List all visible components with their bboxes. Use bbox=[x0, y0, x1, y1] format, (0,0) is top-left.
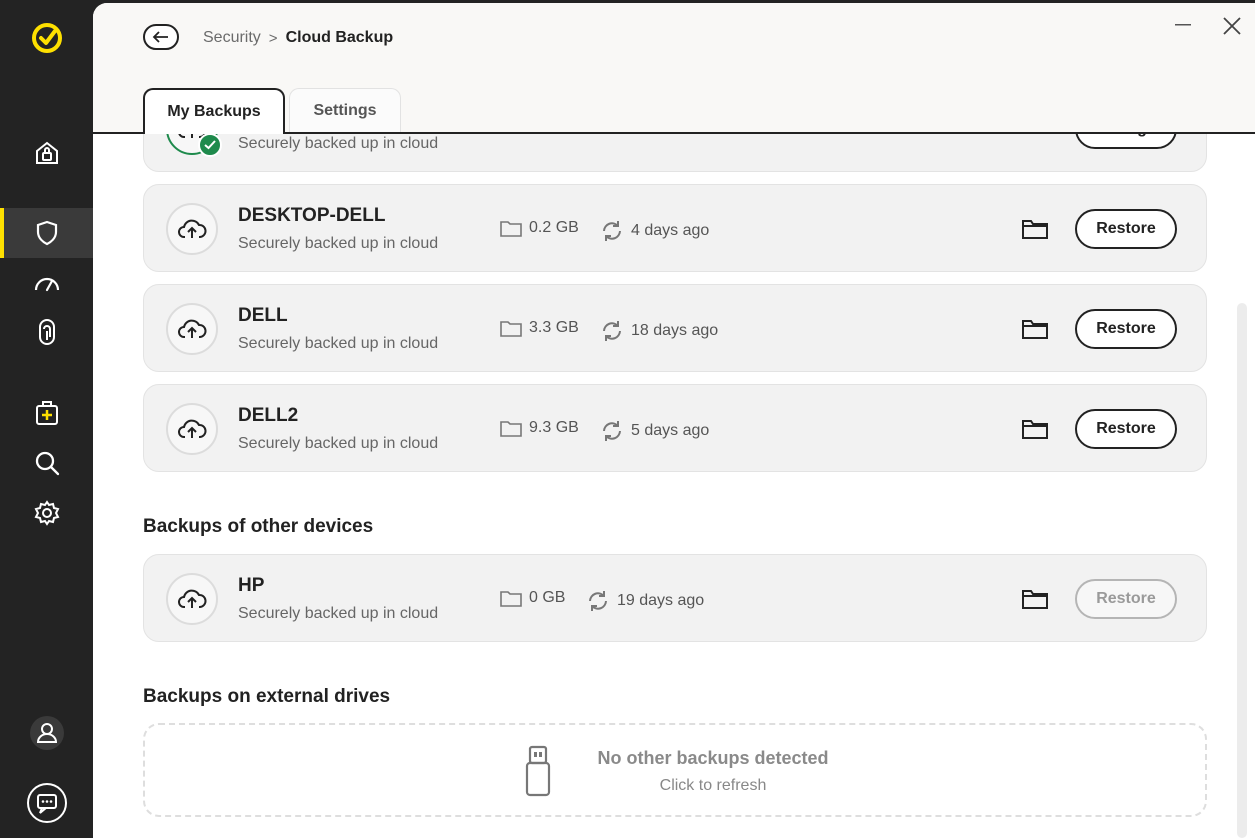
backup-status: Securely backed up in cloud bbox=[238, 435, 439, 452]
backup-size-value: 3.3 GB bbox=[529, 319, 579, 336]
backup-status: Securely backed up in cloud bbox=[238, 335, 439, 352]
arrow-left-icon bbox=[152, 31, 168, 43]
sync-icon bbox=[589, 591, 607, 611]
search-icon[interactable] bbox=[0, 438, 93, 488]
tab-settings[interactable]: Settings bbox=[289, 88, 401, 132]
open-folder-icon[interactable] bbox=[1020, 417, 1050, 441]
device-name: DELL2 bbox=[238, 405, 299, 426]
folder-small-icon bbox=[500, 591, 522, 607]
backup-time: 4 days ago bbox=[600, 219, 709, 243]
backup-size: 3.3 GB bbox=[500, 319, 579, 337]
medical-kit-icon[interactable] bbox=[0, 388, 93, 438]
backup-size: 0.2 GB bbox=[500, 219, 579, 237]
backup-time-value: 19 days ago bbox=[617, 592, 705, 609]
backup-size: 0 GB bbox=[500, 589, 565, 607]
backup-time-value: 18 days ago bbox=[631, 322, 719, 339]
folder-small-icon bbox=[500, 421, 522, 437]
restore-button[interactable]: Restore bbox=[1075, 409, 1177, 449]
minimize-icon[interactable] bbox=[1173, 15, 1193, 35]
cloud-upload-icon bbox=[166, 303, 218, 355]
sync-icon bbox=[603, 221, 621, 241]
backup-time-value: 5 days ago bbox=[631, 422, 710, 439]
restore-button-disabled[interactable]: Restore bbox=[1075, 579, 1177, 619]
folder-small-icon bbox=[500, 321, 522, 337]
external-drives-refresh[interactable]: No other backups detected Click to refre… bbox=[143, 723, 1207, 817]
section-title-external-drives: Backups on external drives bbox=[143, 686, 391, 707]
main-panel: Securely backed up in cloud Manage DESKT… bbox=[93, 3, 1255, 838]
shield-icon[interactable] bbox=[0, 208, 93, 258]
folder-small-icon bbox=[500, 221, 522, 237]
open-folder-icon[interactable] bbox=[1020, 317, 1050, 341]
backup-size-value: 0 GB bbox=[529, 589, 566, 606]
backup-card: HP Securely backed up in cloud 0 GB 19 d… bbox=[143, 554, 1207, 642]
success-check-icon bbox=[198, 133, 222, 157]
page-title: Cloud Backup bbox=[285, 29, 394, 46]
back-button[interactable] bbox=[143, 24, 179, 50]
backup-size-value: 9.3 GB bbox=[529, 419, 579, 436]
close-icon[interactable] bbox=[1221, 15, 1243, 37]
backup-status: Securely backed up in cloud bbox=[238, 135, 439, 152]
backup-card: DELL Securely backed up in cloud 3.3 GB … bbox=[143, 284, 1207, 372]
fingerprint-icon[interactable] bbox=[0, 308, 93, 358]
backup-card: DELL2 Securely backed up in cloud 9.3 GB… bbox=[143, 384, 1207, 472]
backup-card: DESKTOP-DELL Securely backed up in cloud… bbox=[143, 184, 1207, 272]
speedometer-icon[interactable] bbox=[0, 258, 93, 308]
restore-button[interactable]: Restore bbox=[1075, 209, 1177, 249]
restore-button[interactable]: Restore bbox=[1075, 309, 1177, 349]
left-navigation-rail bbox=[0, 0, 93, 838]
backup-status: Securely backed up in cloud bbox=[238, 235, 439, 252]
cloud-upload-icon bbox=[166, 403, 218, 455]
sync-icon bbox=[603, 321, 621, 341]
gear-icon[interactable] bbox=[0, 488, 93, 538]
backup-time: 18 days ago bbox=[600, 319, 718, 343]
breadcrumb-separator-icon: > bbox=[268, 29, 278, 47]
page-header: Security > Cloud Backup My Backups Setti… bbox=[93, 3, 1255, 134]
norton-logo-icon bbox=[0, 13, 93, 63]
backup-time: 5 days ago bbox=[600, 419, 709, 443]
sync-icon bbox=[603, 421, 621, 441]
empty-state-title: No other backups detected bbox=[597, 748, 829, 768]
empty-state-subtitle: Click to refresh bbox=[659, 777, 767, 794]
open-folder-icon[interactable] bbox=[1020, 217, 1050, 241]
tab-my-backups[interactable]: My Backups bbox=[143, 88, 285, 134]
backup-status: Securely backed up in cloud bbox=[238, 605, 439, 622]
device-name: DELL bbox=[238, 305, 288, 326]
breadcrumb-parent[interactable]: Security bbox=[203, 29, 261, 47]
backup-size-value: 0.2 GB bbox=[529, 219, 579, 236]
home-security-icon[interactable] bbox=[0, 128, 93, 178]
section-title-other-devices: Backups of other devices bbox=[143, 516, 374, 537]
backup-size: 9.3 GB bbox=[500, 419, 579, 437]
device-name: DESKTOP-DELL bbox=[238, 205, 386, 226]
backup-time: 19 days ago bbox=[586, 589, 704, 613]
cloud-upload-icon bbox=[166, 573, 218, 625]
scrollbar[interactable] bbox=[1237, 303, 1247, 838]
breadcrumb: Security > Cloud Backup bbox=[203, 29, 393, 47]
open-folder-icon[interactable] bbox=[1020, 587, 1050, 611]
backup-time-value: 4 days ago bbox=[631, 222, 710, 239]
account-icon[interactable] bbox=[0, 708, 93, 758]
device-name: HP bbox=[238, 575, 265, 596]
cloud-upload-icon bbox=[166, 203, 218, 255]
chat-support-icon[interactable] bbox=[0, 778, 93, 828]
